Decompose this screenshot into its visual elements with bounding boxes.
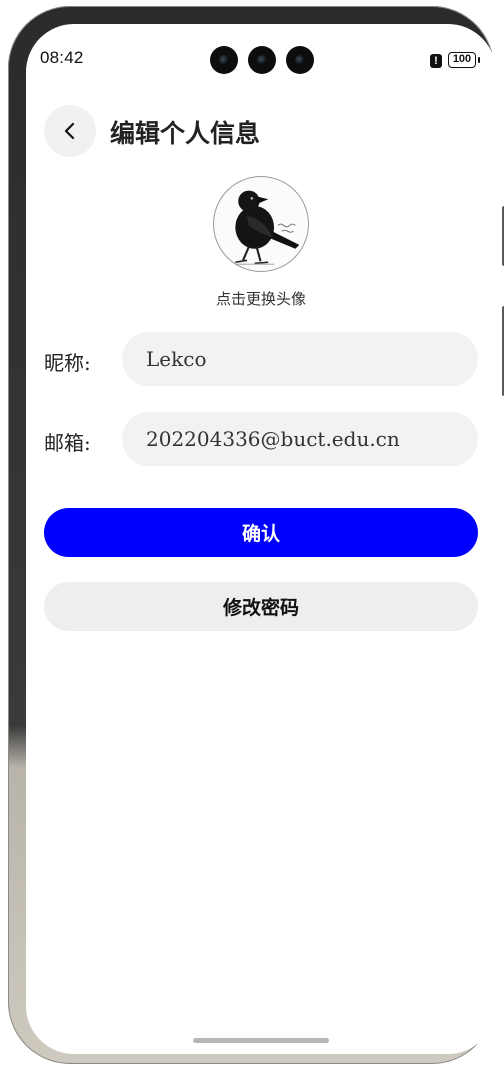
app-screen: 08:42 ! 100 编辑个人信息 点击更换头像 昵称: Lekco 邮箱: … — [26, 24, 496, 1054]
email-label: 邮箱: — [44, 431, 91, 455]
battery-icon: 100 — [448, 52, 480, 68]
front-camera — [210, 46, 238, 74]
change-password-button[interactable]: 修改密码 — [44, 582, 478, 631]
email-input[interactable] — [122, 412, 478, 466]
chevron-left-icon — [64, 122, 75, 140]
page-title: 编辑个人信息 — [110, 119, 261, 148]
nickname-input[interactable] — [122, 332, 478, 386]
status-time: 08:42 — [40, 48, 84, 67]
front-camera — [286, 46, 314, 74]
phone-frame: 08:42 ! 100 编辑个人信息 点击更换头像 昵称: Lekco 邮箱: … — [8, 6, 504, 1064]
home-indicator[interactable] — [193, 1038, 329, 1043]
change-avatar-caption[interactable]: 点击更换头像 — [26, 288, 496, 309]
crow-avatar-image — [231, 190, 300, 265]
nickname-label: 昵称: — [44, 351, 91, 375]
back-button[interactable] — [44, 105, 96, 157]
front-camera — [248, 46, 276, 74]
alert-icon: ! — [430, 54, 442, 68]
avatar[interactable] — [213, 176, 309, 272]
confirm-button[interactable]: 确认 — [44, 508, 478, 557]
